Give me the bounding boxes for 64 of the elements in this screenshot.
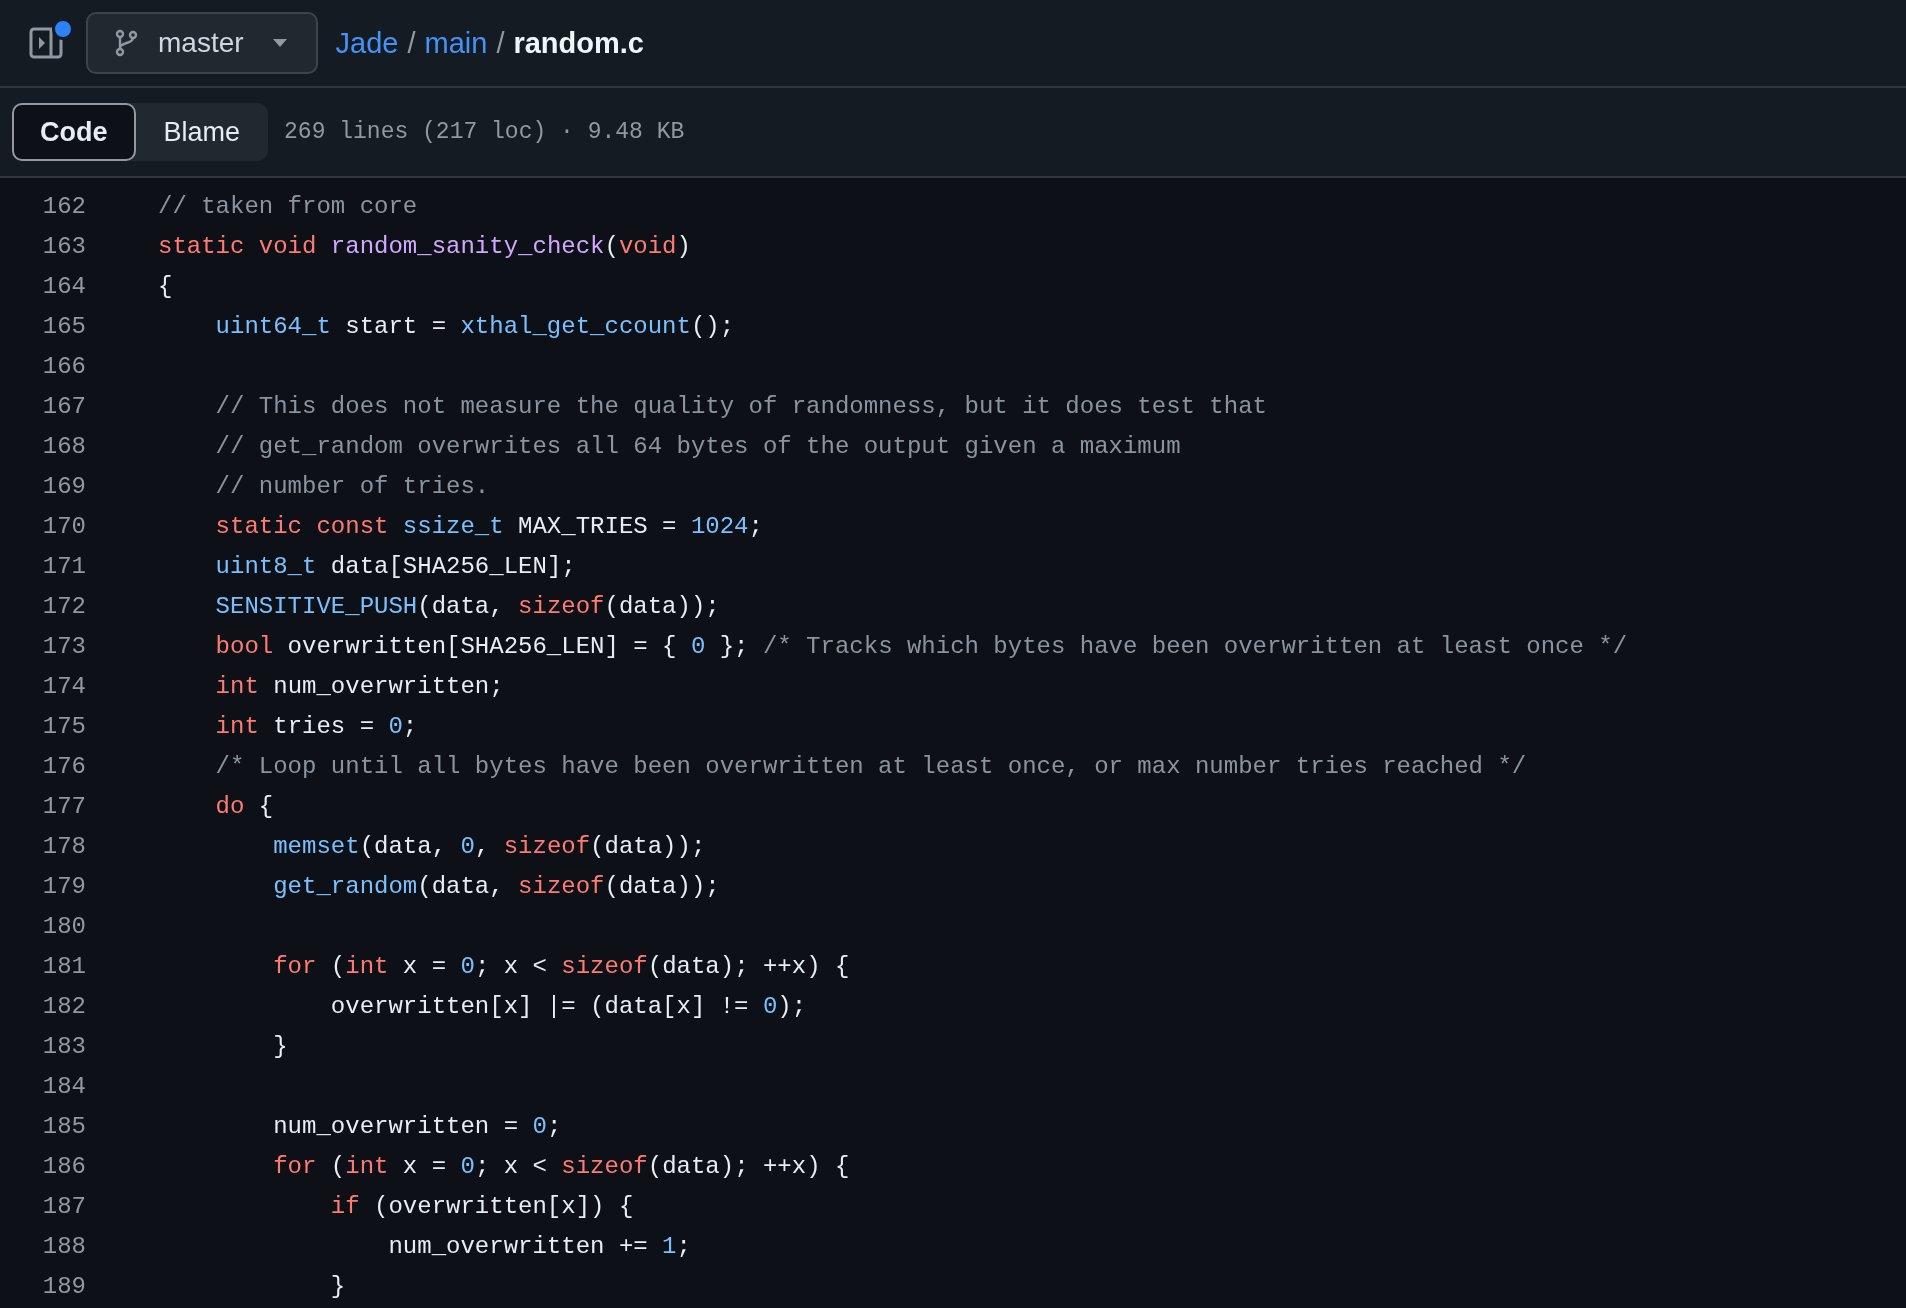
breadcrumb-link[interactable]: Jade — [335, 26, 399, 60]
line-number: 168 — [41, 432, 86, 460]
line-number: 178 — [41, 832, 86, 860]
view-tab[interactable]: Code — [12, 103, 136, 161]
line-number: 170 — [41, 512, 86, 540]
code-line: SENSITIVE_PUSH(data, sizeof(data)); — [214, 592, 720, 620]
branch-selector-button[interactable]: master — [86, 12, 318, 74]
code-line: } — [329, 1272, 346, 1300]
caret-icon — [271, 38, 288, 48]
code-line: if (overwritten[x]) { — [329, 1192, 634, 1220]
code-line: // number of tries. — [214, 472, 490, 500]
line-number: 185 — [41, 1112, 86, 1140]
code-line: overwritten[x] |= (data[x] != 0); — [329, 992, 807, 1020]
code-line: int num_overwritten; — [214, 672, 504, 700]
line-number: 176 — [41, 752, 86, 780]
line-number: 181 — [41, 952, 86, 980]
line-number: 187 — [41, 1192, 86, 1220]
code-line: for (int x = 0; x < sizeof(data); ++x) { — [272, 952, 850, 980]
code-line: get_random(data, sizeof(data)); — [272, 872, 720, 900]
line-number: 172 — [41, 592, 86, 620]
line-number: 167 — [41, 392, 86, 420]
breadcrumb-link[interactable]: main — [424, 26, 488, 60]
code-line: static const ssize_t MAX_TRIES = 1024; — [214, 512, 763, 540]
line-number: 173 — [41, 632, 86, 660]
line-number: 166 — [41, 352, 86, 380]
line-number: 163 — [41, 232, 86, 260]
branch-icon — [114, 29, 138, 57]
view-tab[interactable]: Blame — [135, 103, 269, 161]
line-number: 184 — [41, 1072, 86, 1100]
code-line: bool overwritten[SHA256_LEN] = { 0 }; /* Tracks which bytes have been overwritten at least once */ — [214, 632, 1628, 660]
code-line: for (int x = 0; x < sizeof(data); ++x) { — [272, 1152, 850, 1180]
code-line: uint64_t start = xthal_get_ccount(); — [214, 312, 735, 340]
code-line: static void random_sanity_check(void) — [158, 232, 691, 260]
line-number: 174 — [41, 672, 86, 700]
code-line: } — [272, 1032, 288, 1060]
code-line: { — [158, 272, 173, 300]
line-number: 189 — [41, 1272, 86, 1300]
line-number: 164 — [41, 272, 86, 300]
file-info: 269 lines (217 loc) · 9.48 KB — [284, 119, 685, 145]
code-line: uint8_t data[SHA256_LEN]; — [214, 552, 576, 580]
line-number: 179 — [41, 872, 86, 900]
line-number: 186 — [41, 1152, 86, 1180]
line-number: 175 — [41, 712, 86, 740]
code-line: do { — [214, 792, 274, 820]
code-line: /* Loop until all bytes have been overwritten at least once, or max number tries reached */ — [214, 752, 1527, 780]
code-line: num_overwritten = 0; — [272, 1112, 562, 1140]
code-line: // taken from core — [158, 192, 418, 220]
line-number: 180 — [41, 912, 86, 940]
breadcrumb-separator: / — [496, 26, 505, 60]
line-number: 162 — [41, 192, 86, 220]
line-number: 165 — [41, 312, 86, 340]
code-line: num_overwritten += 1; — [387, 1232, 691, 1260]
line-number: 169 — [41, 472, 86, 500]
line-number: 171 — [41, 552, 86, 580]
line-number: 177 — [41, 792, 86, 820]
line-number: 188 — [41, 1232, 86, 1260]
breadcrumb-separator: / — [407, 26, 416, 60]
file-name: random.c — [513, 26, 644, 60]
line-number: 183 — [41, 1032, 86, 1060]
code-line: int tries = 0; — [214, 712, 418, 740]
code-line: // This does not measure the quality of randomness, but it does test that — [214, 392, 1267, 420]
line-number: 182 — [41, 992, 86, 1020]
code-line: memset(data, 0, sizeof(data)); — [272, 832, 706, 860]
code-line: // get_random overwrites all 64 bytes of the output given a maximum — [214, 432, 1181, 460]
